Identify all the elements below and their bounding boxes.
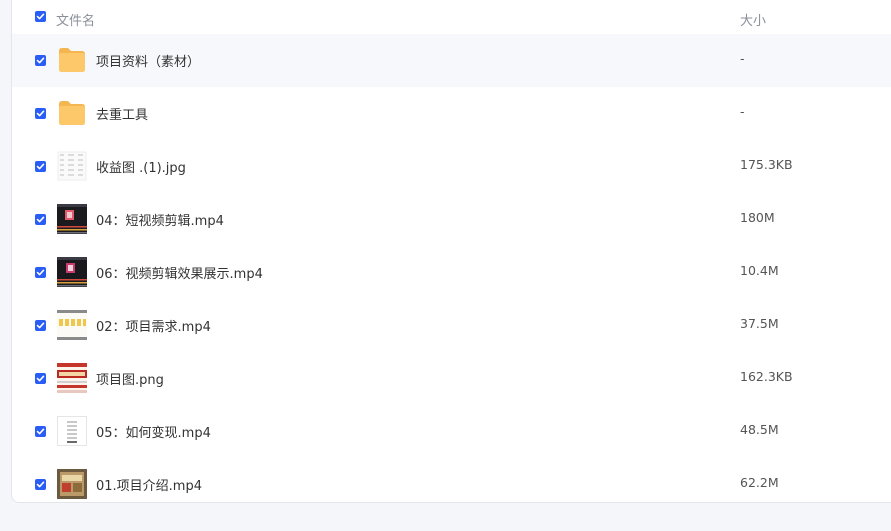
file-name[interactable]: 04：短视频剪辑.mp4 bbox=[96, 210, 224, 229]
file-list-panel: 文件名 大小 项目资料（素材） - 去重工具 - 收益图 .(1).jpg 17… bbox=[11, 0, 891, 503]
select-all-checkbox[interactable] bbox=[35, 11, 46, 22]
file-name[interactable]: 06：视频剪辑效果展示.mp4 bbox=[96, 263, 263, 282]
row-checkbox[interactable] bbox=[35, 55, 46, 66]
image-thumbnail bbox=[57, 363, 87, 393]
file-size: 62.2M bbox=[740, 475, 779, 490]
file-list-header: 文件名 大小 bbox=[12, 0, 891, 34]
file-size: 180M bbox=[740, 210, 775, 225]
file-name[interactable]: 01.项目介绍.mp4 bbox=[96, 475, 202, 494]
row-checkbox[interactable] bbox=[35, 214, 46, 225]
file-row[interactable]: 05：如何变现.mp4 48.5M bbox=[12, 405, 891, 458]
row-checkbox[interactable] bbox=[35, 161, 46, 172]
file-row[interactable]: 收益图 .(1).jpg 175.3KB bbox=[12, 140, 891, 193]
file-row[interactable]: 项目资料（素材） - bbox=[12, 34, 891, 87]
folder-icon bbox=[59, 48, 85, 72]
file-row[interactable]: 04：短视频剪辑.mp4 180M bbox=[12, 193, 891, 246]
file-row[interactable]: 02：项目需求.mp4 37.5M bbox=[12, 299, 891, 352]
file-size: 162.3KB bbox=[740, 369, 793, 384]
file-row[interactable]: 项目图.png 162.3KB bbox=[12, 352, 891, 405]
file-row[interactable]: 去重工具 - bbox=[12, 87, 891, 140]
image-thumbnail bbox=[57, 151, 87, 181]
file-row[interactable]: 01.项目介绍.mp4 62.2M bbox=[12, 458, 891, 511]
file-size: 175.3KB bbox=[740, 157, 793, 172]
file-row[interactable]: 06：视频剪辑效果展示.mp4 10.4M bbox=[12, 246, 891, 299]
file-name[interactable]: 02：项目需求.mp4 bbox=[96, 316, 211, 335]
folder-icon bbox=[59, 101, 85, 125]
column-header-name[interactable]: 文件名 bbox=[56, 10, 95, 29]
file-size: - bbox=[740, 51, 745, 66]
file-size: 48.5M bbox=[740, 422, 779, 437]
video-thumbnail bbox=[57, 416, 87, 446]
file-name[interactable]: 项目资料（素材） bbox=[96, 51, 200, 70]
video-thumbnail bbox=[57, 257, 87, 287]
file-size: 10.4M bbox=[740, 263, 779, 278]
file-size: - bbox=[740, 104, 745, 119]
row-checkbox[interactable] bbox=[35, 479, 46, 490]
video-thumbnail bbox=[57, 310, 87, 340]
row-checkbox[interactable] bbox=[35, 373, 46, 384]
row-checkbox[interactable] bbox=[35, 426, 46, 437]
row-checkbox[interactable] bbox=[35, 108, 46, 119]
file-name[interactable]: 收益图 .(1).jpg bbox=[96, 157, 186, 176]
file-name[interactable]: 05：如何变现.mp4 bbox=[96, 422, 211, 441]
column-header-size[interactable]: 大小 bbox=[740, 10, 766, 29]
file-size: 37.5M bbox=[740, 316, 779, 331]
file-name[interactable]: 去重工具 bbox=[96, 104, 148, 123]
video-thumbnail bbox=[57, 204, 87, 234]
row-checkbox[interactable] bbox=[35, 320, 46, 331]
video-thumbnail bbox=[57, 469, 87, 499]
row-checkbox[interactable] bbox=[35, 267, 46, 278]
file-name[interactable]: 项目图.png bbox=[96, 369, 164, 388]
